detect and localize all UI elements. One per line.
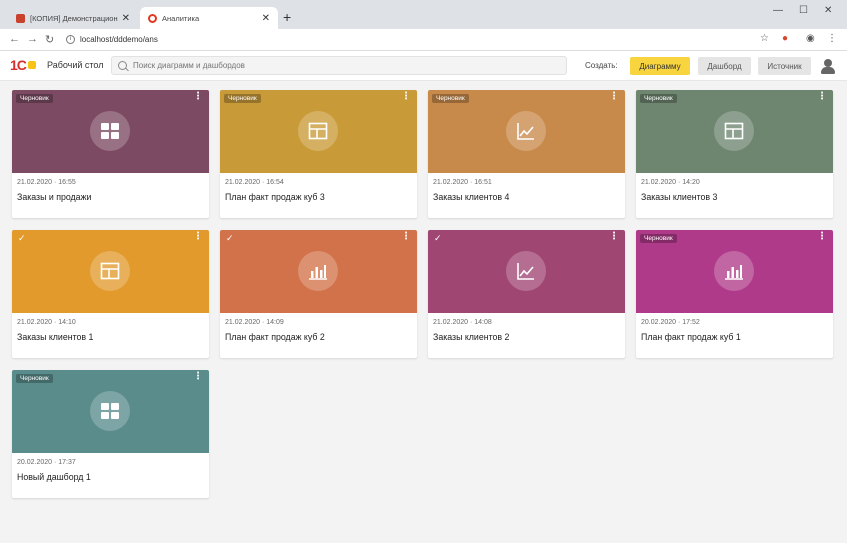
close-tab-icon[interactable]: ✕ [262, 13, 270, 24]
minimize-icon[interactable]: — [773, 5, 783, 16]
card-date: 20.02.2020 · 17:52 [641, 319, 700, 326]
card-menu-icon[interactable]: ⋮ [817, 232, 827, 242]
card-cover: Черновик ⋮ [636, 90, 833, 173]
url-text: localhost/dddemo/ans [80, 35, 158, 44]
card-menu-icon[interactable]: ⋮ [817, 92, 827, 102]
card-menu-icon[interactable]: ⋮ [193, 232, 203, 242]
card-cover: Черновик ⋮ [636, 230, 833, 313]
card-date: 21.02.2020 · 14:09 [225, 319, 284, 326]
card-title: Заказы клиентов 1 [17, 332, 94, 342]
url-field[interactable]: i localhost/dddemo/ans [66, 35, 158, 44]
tab-favicon-icon [148, 13, 157, 23]
published-check-icon: ✓ [434, 233, 442, 243]
card-cover: ✓ ⋮ [428, 230, 625, 313]
card-title: План факт продаж куб 2 [225, 332, 325, 342]
logo-1c: 1C [10, 57, 36, 73]
reload-icon[interactable]: ↻ [45, 33, 54, 46]
maximize-icon[interactable]: ☐ [799, 5, 808, 16]
draft-badge: Черновик [640, 94, 677, 103]
card-type-circle [298, 111, 338, 151]
extension-icon[interactable]: ● [782, 33, 788, 44]
user-avatar-icon[interactable] [820, 58, 836, 74]
card-type-circle [714, 251, 754, 291]
browser-menu-icon[interactable]: ⋮ [827, 33, 837, 44]
card-date: 21.02.2020 · 14:08 [433, 319, 492, 326]
draft-badge: Черновик [224, 94, 261, 103]
card-menu-icon[interactable]: ⋮ [609, 92, 619, 102]
card-title: План факт продаж куб 3 [225, 192, 325, 202]
card-cover: Черновик ⋮ [220, 90, 417, 173]
card-date: 21.02.2020 · 14:20 [641, 179, 700, 186]
card-menu-icon[interactable]: ⋮ [401, 232, 411, 242]
card-cover: ✓ ⋮ [220, 230, 417, 313]
search-icon [118, 61, 127, 70]
card[interactable]: Черновик ⋮ 20.02.2020 · 17:37 Новый дашб… [12, 370, 209, 498]
new-tab-icon[interactable]: + [283, 9, 291, 25]
card-type-circle [714, 111, 754, 151]
published-check-icon: ✓ [18, 233, 26, 243]
card-cover: Черновик ⋮ [428, 90, 625, 173]
card[interactable]: Черновик ⋮ 21.02.2020 · 14:20 Заказы кли… [636, 90, 833, 218]
back-icon[interactable]: ← [9, 33, 20, 45]
card-type-circle [90, 251, 130, 291]
tab-favicon-icon [16, 13, 25, 23]
card[interactable]: Черновик ⋮ 21.02.2020 · 16:55 Заказы и п… [12, 90, 209, 218]
card[interactable]: ✓ ⋮ 21.02.2020 · 14:09 План факт продаж … [220, 230, 417, 358]
card-type-circle [90, 111, 130, 151]
card-title: Заказы клиентов 3 [641, 192, 718, 202]
browser-tab-bar: [КОПИЯ] Демонстрационная б... ✕ Аналитик… [0, 0, 847, 29]
card-menu-icon[interactable]: ⋮ [193, 92, 203, 102]
card-menu-icon[interactable]: ⋮ [609, 232, 619, 242]
create-dashboard-button[interactable]: Дашборд [698, 57, 751, 75]
card-title: План факт продаж куб 1 [641, 332, 741, 342]
desktop-link[interactable]: Рабочий стол [47, 60, 104, 70]
app-header: 1C Рабочий стол Создать: Диаграмму Дашбо… [0, 51, 847, 81]
create-source-button[interactable]: Источник [758, 57, 811, 75]
forward-icon[interactable]: → [27, 33, 38, 45]
card[interactable]: ✓ ⋮ 21.02.2020 · 14:08 Заказы клиентов 2 [428, 230, 625, 358]
cards-grid: Черновик ⋮ 21.02.2020 · 16:55 Заказы и п… [0, 81, 847, 543]
tab-title: Аналитика [162, 13, 200, 23]
card-date: 21.02.2020 · 14:10 [17, 319, 76, 326]
browser-tab-demo[interactable]: [КОПИЯ] Демонстрационная б... ✕ [8, 7, 138, 29]
create-chart-button[interactable]: Диаграмму [630, 57, 690, 75]
card[interactable]: Черновик ⋮ 21.02.2020 · 16:51 Заказы кли… [428, 90, 625, 218]
card-type-circle [90, 391, 130, 431]
draft-badge: Черновик [16, 94, 53, 103]
card-cover: Черновик ⋮ [12, 370, 209, 453]
card[interactable]: Черновик ⋮ 20.02.2020 · 17:52 План факт … [636, 230, 833, 358]
card-title: Заказы клиентов 2 [433, 332, 510, 342]
card-title: Новый дашборд 1 [17, 472, 91, 482]
card-title: Заказы и продажи [17, 192, 92, 202]
close-window-icon[interactable]: ✕ [824, 5, 832, 16]
card-cover: ✓ ⋮ [12, 230, 209, 313]
card-cover: Черновик ⋮ [12, 90, 209, 173]
card-type-circle [506, 111, 546, 151]
card-title: Заказы клиентов 4 [433, 192, 510, 202]
search-box[interactable] [111, 56, 567, 75]
create-label: Создать: [585, 61, 618, 70]
profile-icon[interactable]: ◉ [806, 33, 815, 44]
bookmark-star-icon[interactable]: ☆ [760, 33, 769, 44]
card-date: 21.02.2020 · 16:55 [17, 179, 76, 186]
site-info-icon[interactable]: i [66, 35, 75, 44]
card-menu-icon[interactable]: ⋮ [193, 372, 203, 382]
card-type-circle [298, 251, 338, 291]
draft-badge: Черновик [432, 94, 469, 103]
card-type-circle [506, 251, 546, 291]
published-check-icon: ✓ [226, 233, 234, 243]
card[interactable]: ✓ ⋮ 21.02.2020 · 14:10 Заказы клиентов 1 [12, 230, 209, 358]
draft-badge: Черновик [640, 234, 677, 243]
card-menu-icon[interactable]: ⋮ [401, 92, 411, 102]
browser-tab-analytics[interactable]: Аналитика ✕ [140, 7, 278, 29]
card-date: 21.02.2020 · 16:54 [225, 179, 284, 186]
address-bar: ← → ↻ i localhost/dddemo/ans ☆ ● ◉ ⋮ [0, 29, 847, 51]
close-tab-icon[interactable]: ✕ [122, 13, 130, 24]
card-date: 20.02.2020 · 17:37 [17, 459, 76, 466]
draft-badge: Черновик [16, 374, 53, 383]
card-date: 21.02.2020 · 16:51 [433, 179, 492, 186]
card[interactable]: Черновик ⋮ 21.02.2020 · 16:54 План факт … [220, 90, 417, 218]
tab-title: [КОПИЯ] Демонстрационная б... [30, 13, 118, 23]
search-input[interactable] [133, 61, 533, 70]
